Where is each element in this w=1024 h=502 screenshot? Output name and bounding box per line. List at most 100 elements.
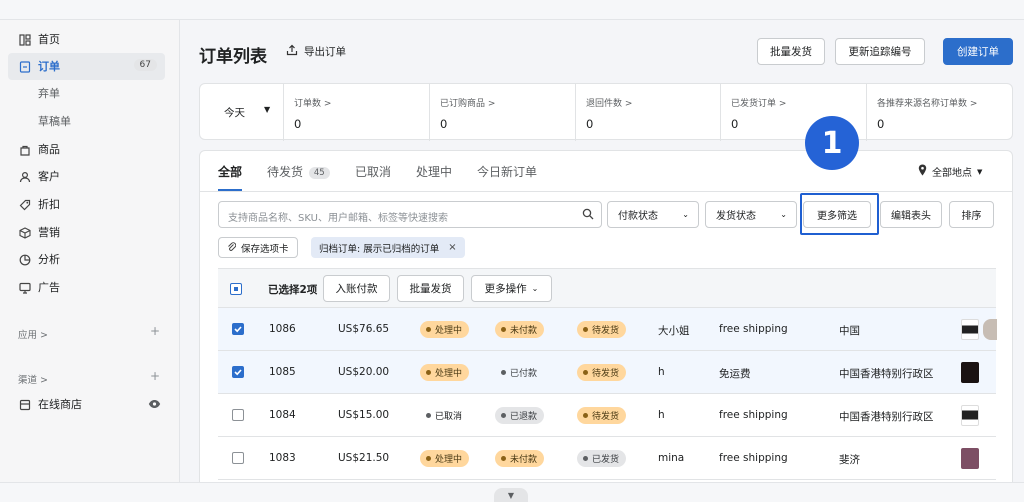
row-checkbox[interactable] <box>232 323 244 335</box>
bulk-ship-action-button[interactable]: 批量发货 <box>397 275 464 302</box>
discount-icon <box>18 198 31 211</box>
stat-label: 各推荐来源名称订单数 > <box>877 99 978 109</box>
customers-icon <box>18 170 31 183</box>
mark-paid-button[interactable]: 入账付款 <box>323 275 390 302</box>
archived-filter-chip[interactable]: 归档订单: 展示已归档的订单 × <box>311 237 465 258</box>
order-amount: US$21.50 <box>338 452 390 464</box>
chip-label: 归档订单: 展示已归档的订单 <box>319 243 440 255</box>
sidebar-item-products[interactable]: 商品 <box>0 136 180 163</box>
orders-count-badge: 67 <box>133 59 157 71</box>
sidebar-item-marketing[interactable]: 营销 <box>0 219 180 246</box>
edit-columns-button[interactable]: 编辑表头 <box>880 201 942 228</box>
export-orders-button[interactable]: 导出订单 <box>286 44 346 59</box>
sidebar-item-customers[interactable]: 客户 <box>0 163 180 190</box>
add-channel-plus-icon[interactable]: + <box>150 369 160 383</box>
tab-cancelled[interactable]: 已取消 <box>355 163 391 191</box>
table-row[interactable]: 1086 US$76.65 处理中 未付款 待发货 大小姐 free shipp… <box>218 308 997 351</box>
stat-referrer-orders[interactable]: 各推荐来源名称订单数 > 0 <box>866 84 1013 141</box>
location-label: 全部地点 <box>932 168 972 179</box>
bulk-action-bar: 已选择2项 入账付款 批量发货 更多操作 ⌄ <box>218 268 996 308</box>
order-id[interactable]: 1083 <box>269 452 296 464</box>
order-id[interactable]: 1085 <box>269 366 296 378</box>
row-checkbox[interactable] <box>232 366 244 378</box>
table-row[interactable]: 1083 US$21.50 处理中 未付款 已发货 mina free ship… <box>218 437 996 480</box>
tab-pending-shipment[interactable]: 待发货 45 <box>267 163 330 191</box>
main-content: 订单列表 导出订单 批量发货 更新追踪编号 创建订单 今天 ▼ 订单数 > 0 已… <box>181 20 1024 490</box>
customer-name: h <box>658 409 665 421</box>
select-all-checkbox[interactable] <box>230 283 242 295</box>
highlight-box <box>800 193 879 235</box>
order-id[interactable]: 1084 <box>269 409 296 421</box>
analytics-icon <box>18 253 31 266</box>
product-thumbnail <box>961 448 979 469</box>
stat-items-ordered[interactable]: 已订购商品 > 0 <box>429 84 575 141</box>
tab-processing[interactable]: 处理中 <box>416 163 452 191</box>
sidebar-item-home[interactable]: 首页 <box>0 26 180 53</box>
sidebar-item-label: 广告 <box>38 281 60 294</box>
shipping-method: 免运费 <box>719 368 751 380</box>
sidebar-item-online-store[interactable]: 在线商店 <box>0 391 180 418</box>
sidebar-item-drafts[interactable]: 草稿单 <box>0 108 180 135</box>
search-input[interactable]: 支持商品名称、SKU、用户邮箱、标签等快速搜索 <box>218 201 602 228</box>
period-select[interactable]: 今天 ▼ <box>210 84 285 141</box>
update-tracking-button[interactable]: 更新追踪编号 <box>835 38 925 65</box>
row-checkbox[interactable] <box>232 409 244 421</box>
add-app-plus-icon[interactable]: + <box>150 324 160 338</box>
more-actions-button[interactable]: 更多操作 ⌄ <box>471 275 552 302</box>
eye-icon[interactable] <box>148 398 161 413</box>
sort-button[interactable]: 排序 <box>949 201 994 228</box>
order-id[interactable]: 1086 <box>269 323 296 335</box>
product-thumbnail <box>961 362 979 383</box>
save-tab-button[interactable]: 保存选项卡 <box>218 237 298 258</box>
location-select[interactable]: 全部地点 ▼ <box>918 164 982 179</box>
shipping-status-filter[interactable]: 发货状态 ⌄ <box>705 201 797 228</box>
row-checkbox[interactable] <box>232 452 244 464</box>
sidebar-item-label: 营销 <box>38 226 60 239</box>
shipping-method: free shipping <box>719 452 788 464</box>
stat-orders[interactable]: 订单数 > 0 <box>283 84 429 141</box>
tab-label: 待发货 <box>267 165 304 179</box>
fulfillment-badge: 待发货 <box>577 407 627 424</box>
search-icon <box>582 208 594 223</box>
sidebar-item-label: 草稿单 <box>38 115 71 128</box>
sidebar-item-label: 商品 <box>38 143 60 156</box>
customer-name: mina <box>658 452 685 464</box>
sidebar-item-label: 在线商店 <box>38 398 82 411</box>
order-amount: US$76.65 <box>338 323 390 335</box>
step-callout-badge: 1 <box>805 116 859 170</box>
period-label: 今天 <box>224 107 245 119</box>
sidebar-item-orders[interactable]: 订单 67 <box>8 53 165 80</box>
status-badge: 已取消 <box>420 407 469 424</box>
sidebar-item-ads[interactable]: 广告 <box>0 274 180 301</box>
export-icon <box>286 44 298 59</box>
payment-status-filter[interactable]: 付款状态 ⌄ <box>607 201 699 228</box>
tab-today-new[interactable]: 今日新订单 <box>477 163 537 191</box>
channels-section-label[interactable]: 渠道 > <box>18 372 48 386</box>
sidebar-item-label: 首页 <box>38 33 60 46</box>
status-badge: 处理中 <box>420 321 470 338</box>
order-amount: US$20.00 <box>338 366 390 378</box>
stat-returns[interactable]: 退回件数 > 0 <box>575 84 721 141</box>
sidebar-item-discounts[interactable]: 折扣 <box>0 191 180 218</box>
customer-name: h <box>658 366 665 378</box>
table-row[interactable]: 1085 US$20.00 处理中 已付款 待发货 h 免运费 中国香港特别行政… <box>218 351 996 394</box>
home-icon <box>18 33 31 46</box>
sidebar-item-analytics[interactable]: 分析 <box>0 246 180 273</box>
product-thumbnail <box>961 405 979 426</box>
tab-all[interactable]: 全部 <box>218 163 243 191</box>
filter-label: 付款状态 <box>618 211 658 222</box>
sidebar-item-label: 弃单 <box>38 87 60 100</box>
bulk-ship-button[interactable]: 批量发货 <box>757 38 825 65</box>
close-icon[interactable]: × <box>448 242 456 253</box>
apps-section-label[interactable]: 应用 > <box>18 327 48 341</box>
sidebar-item-abandoned[interactable]: 弃单 <box>0 80 180 107</box>
filter-label: 发货状态 <box>716 211 756 222</box>
shipping-region: 斐济 <box>839 454 860 466</box>
create-order-button[interactable]: 创建订单 <box>943 38 1013 65</box>
shipping-method: free shipping <box>719 409 788 421</box>
customer-name: 大小姐 <box>658 325 690 337</box>
stat-label: 订单数 > <box>294 99 332 109</box>
stat-value: 0 <box>294 117 302 131</box>
table-row[interactable]: 1084 US$15.00 已取消 已退款 待发货 h free shippin… <box>218 394 996 437</box>
collapse-handle[interactable]: ▼ <box>494 488 528 502</box>
